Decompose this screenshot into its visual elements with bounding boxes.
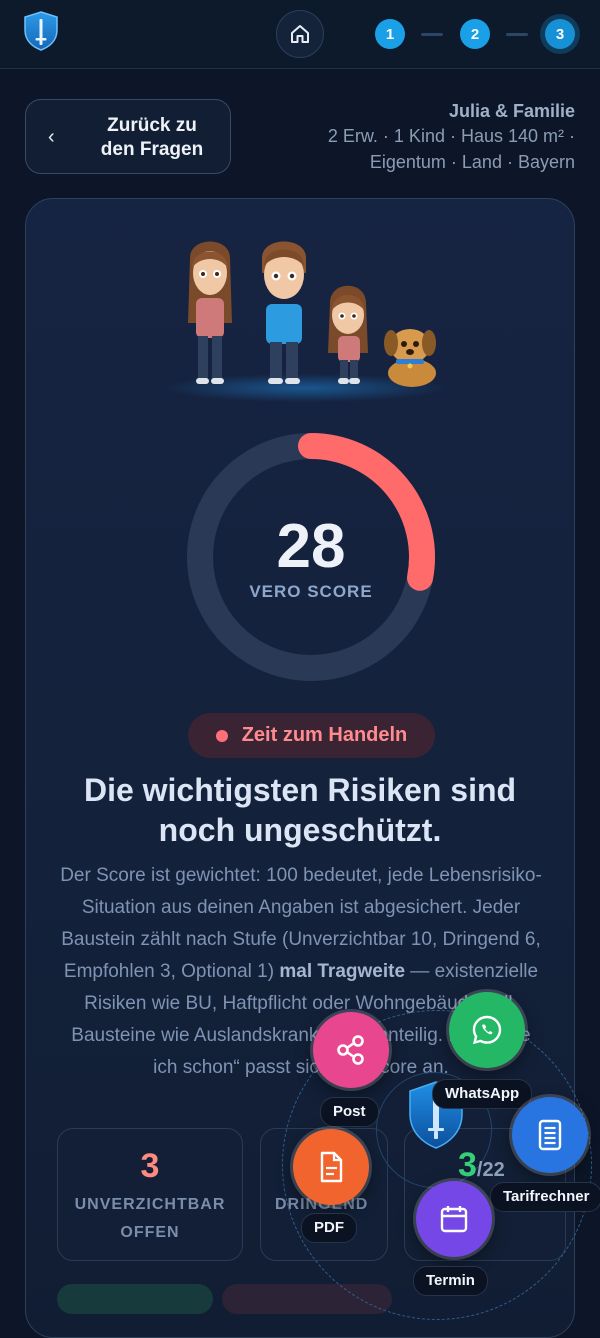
result-headline: Die wichtigsten Risiken sind noch ungesc… bbox=[83, 772, 517, 848]
share-icon bbox=[337, 1035, 364, 1065]
termin-button[interactable] bbox=[416, 1181, 492, 1257]
tarifrechner-button[interactable] bbox=[512, 1097, 588, 1173]
whatsapp-button[interactable] bbox=[449, 992, 525, 1068]
dog-figure bbox=[384, 329, 436, 387]
step-indicator: 1 2 3 bbox=[375, 19, 575, 49]
calendar-icon bbox=[440, 1206, 468, 1233]
shield-logo-icon[interactable] bbox=[22, 10, 60, 52]
calculator-icon bbox=[538, 1119, 562, 1151]
pdf-label[interactable]: PDF bbox=[301, 1213, 357, 1243]
step-1[interactable]: 1 bbox=[375, 19, 405, 49]
score-label: VERO SCORE bbox=[249, 582, 373, 601]
mother-figure bbox=[188, 241, 232, 384]
child-figure bbox=[328, 285, 368, 384]
step-connector bbox=[506, 33, 528, 36]
family-illustration bbox=[165, 241, 445, 402]
step-3[interactable]: 3 bbox=[545, 19, 575, 49]
top-bar: 1 2 3 bbox=[0, 0, 600, 69]
profile-details-line1: 2 Erw. · 1 Kind · Haus 140 m² · bbox=[327, 126, 575, 146]
back-to-questions-button[interactable]: ‹ Zurück zu den Fragen bbox=[25, 99, 231, 174]
profile-details-line2: Eigentum · Land · Bayern bbox=[369, 152, 575, 172]
tarifrechner-label[interactable]: Tarifrechner bbox=[490, 1182, 600, 1212]
father-figure bbox=[262, 241, 306, 384]
tab-stub-left[interactable] bbox=[57, 1284, 213, 1314]
status-badge: Zeit zum Handeln bbox=[188, 713, 435, 758]
profile-summary: Julia & Familie 2 Erw. · 1 Kind · Haus 1… bbox=[275, 99, 575, 175]
pdf-button[interactable] bbox=[293, 1129, 369, 1205]
post-label[interactable]: Post bbox=[320, 1097, 379, 1127]
home-button[interactable] bbox=[276, 10, 324, 58]
score-value: 28 bbox=[276, 512, 346, 581]
stat-unverzichtbar[interactable]: 3 UNVERZICHTBAR OFFEN bbox=[57, 1128, 243, 1261]
whatsapp-label[interactable]: WhatsApp bbox=[432, 1079, 533, 1109]
back-button-label: Zurück zu den Fragen bbox=[100, 115, 204, 160]
profile-name: Julia & Familie bbox=[448, 101, 575, 121]
post-share-button[interactable] bbox=[313, 1012, 389, 1088]
home-icon bbox=[291, 25, 309, 43]
document-icon bbox=[320, 1151, 343, 1183]
step-2[interactable]: 2 bbox=[460, 19, 490, 49]
termin-label[interactable]: Termin bbox=[413, 1266, 488, 1296]
stat-number: 3 bbox=[140, 1147, 160, 1185]
chevron-left-icon: ‹ bbox=[48, 126, 55, 148]
step-connector bbox=[421, 33, 443, 36]
whatsapp-icon bbox=[472, 1015, 502, 1045]
status-dot bbox=[215, 729, 228, 742]
status-text: Zeit zum Handeln bbox=[241, 724, 408, 746]
stat-label: UNVERZICHTBAR OFFEN bbox=[74, 1196, 226, 1241]
progress-counter: 3/22 bbox=[458, 1146, 505, 1184]
